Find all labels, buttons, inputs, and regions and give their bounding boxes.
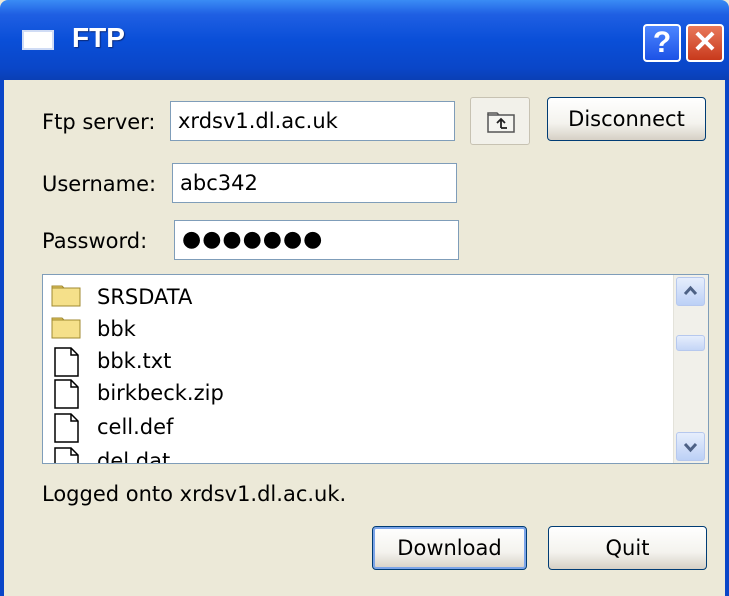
disconnect-button[interactable]: Disconnect xyxy=(547,97,706,141)
quit-button[interactable]: Quit xyxy=(548,526,707,570)
folder-up-icon xyxy=(487,112,515,133)
scroll-down-button[interactable] xyxy=(676,432,705,461)
password-input[interactable]: ●●●●●●● xyxy=(174,220,459,260)
list-item-label: bbk xyxy=(97,317,136,341)
list-item-label: cell.def xyxy=(97,415,174,439)
download-button[interactable]: Download xyxy=(372,526,527,570)
file-icon xyxy=(54,347,79,377)
list-item-label: del.dat xyxy=(97,449,171,464)
file-icon xyxy=(54,447,79,463)
folder-icon xyxy=(51,285,81,307)
file-list[interactable]: SRSDATA bbk bbk.txt birkbeck.zip cell.de… xyxy=(42,274,709,464)
list-item-label: bbk.txt xyxy=(97,349,172,373)
ftp-server-label: Ftp server: xyxy=(42,110,156,134)
list-item-label: birkbeck.zip xyxy=(97,381,224,405)
file-icon xyxy=(54,413,79,443)
username-input[interactable]: abc342 xyxy=(172,163,457,203)
window-icon xyxy=(22,30,54,50)
ftp-server-input[interactable]: xrdsv1.dl.ac.uk xyxy=(170,101,455,141)
window-title: FTP xyxy=(72,22,125,53)
chevron-up-icon xyxy=(683,285,698,296)
status-text: Logged onto xrdsv1.dl.ac.uk. xyxy=(42,482,347,506)
password-label: Password: xyxy=(42,229,148,253)
list-item-label: SRSDATA xyxy=(97,285,193,309)
chevron-down-icon xyxy=(683,442,698,453)
close-button[interactable]: ✕ xyxy=(686,24,724,62)
file-icon xyxy=(54,379,79,409)
title-bar[interactable]: FTP ? ✕ xyxy=(0,0,729,80)
ftp-dialog: FTP ? ✕ Ftp server: xrdsv1.dl.ac.uk Disc… xyxy=(0,0,729,596)
scroll-thumb[interactable] xyxy=(676,335,705,351)
up-folder-button[interactable] xyxy=(470,97,530,145)
window-frame-right xyxy=(725,80,729,596)
window-frame-left xyxy=(0,80,4,596)
username-label: Username: xyxy=(42,172,157,196)
help-button[interactable]: ? xyxy=(643,24,681,62)
folder-icon xyxy=(51,317,81,339)
scroll-up-button[interactable] xyxy=(676,277,705,306)
vertical-scrollbar[interactable] xyxy=(673,275,708,463)
